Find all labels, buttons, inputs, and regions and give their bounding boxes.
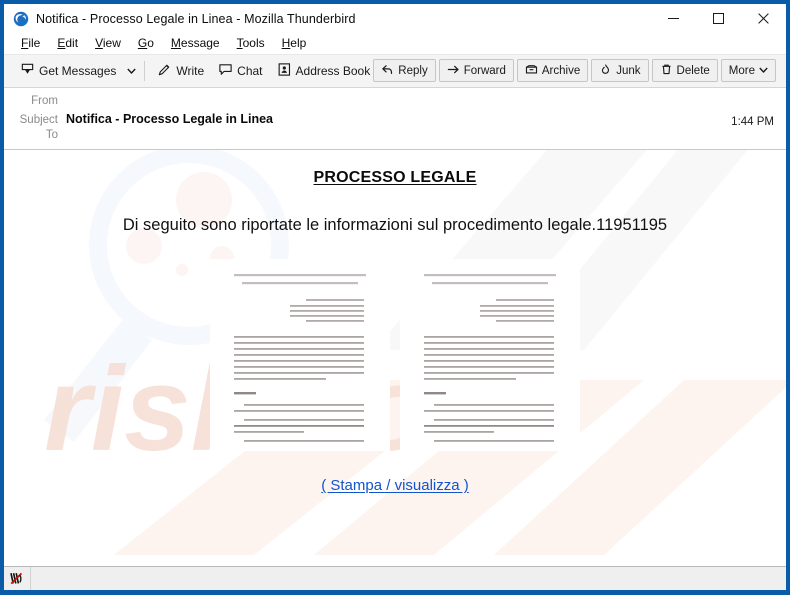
junk-button[interactable]: Junk [591, 59, 649, 82]
titlebar: Notifica - Processo Legale in Linea - Mo… [4, 4, 786, 33]
subject-value: Notifica - Processo Legale in Linea [66, 112, 274, 126]
menu-edit[interactable]: Edit [49, 35, 87, 52]
address-book-button[interactable]: Address Book [270, 58, 378, 84]
thunderbird-window: Notifica - Processo Legale in Linea - Mo… [0, 0, 790, 595]
maximize-button[interactable] [696, 4, 741, 33]
link-row: ( Stampa / visualizza ) [4, 477, 786, 495]
reply-button[interactable]: Reply [373, 59, 436, 82]
pencil-icon [157, 62, 172, 80]
get-messages-button[interactable]: Get Messages [13, 58, 123, 84]
message-timestamp: 1:44 PM [731, 116, 774, 128]
body-paragraph: Di seguito sono riportate le informazion… [122, 216, 668, 234]
chat-label: Chat [237, 64, 263, 78]
forward-arrow-icon [447, 63, 460, 79]
window-controls [651, 4, 786, 33]
from-label: From [31, 95, 58, 107]
document-previews [4, 259, 786, 451]
menu-file[interactable]: File [13, 35, 49, 52]
write-label: Write [176, 64, 205, 78]
chevron-down-icon [759, 65, 768, 77]
document-preview-2[interactable] [400, 259, 580, 451]
address-book-icon [277, 62, 292, 80]
menu-view[interactable]: View [87, 35, 130, 52]
junk-flame-icon [599, 63, 612, 79]
download-mail-icon [20, 62, 35, 80]
archive-label: Archive [541, 64, 581, 77]
to-label: To [45, 129, 58, 141]
chat-button[interactable]: Chat [211, 58, 269, 84]
forward-label: Forward [463, 64, 506, 77]
address-book-label: Address Book [295, 64, 371, 78]
trash-icon [660, 63, 673, 79]
get-messages-label: Get Messages [39, 64, 117, 78]
header-row-to: To [4, 128, 786, 145]
message-body: risk.com PROCESSO LEGALE Di seguito sono… [4, 150, 786, 566]
window-title: Notifica - Processo Legale in Linea - Mo… [36, 11, 356, 26]
print-view-link[interactable]: ( Stampa / visualizza ) [321, 477, 469, 494]
menu-message[interactable]: Message [163, 35, 229, 52]
more-button[interactable]: More [720, 59, 776, 82]
header-row-from: From [4, 94, 786, 111]
get-messages-dropdown[interactable] [123, 58, 139, 84]
more-label: More [728, 64, 755, 77]
toolbar-separator [144, 61, 146, 81]
message-action-buttons: Reply Forward Archive Junk Delete More [373, 59, 776, 82]
chat-bubble-icon [218, 62, 233, 80]
menubar: File Edit View Go Message Tools Help [4, 33, 786, 55]
delete-label: Delete [676, 64, 710, 77]
forward-button[interactable]: Forward [438, 59, 514, 82]
header-row-subject: Subject Notifica - Processo Legale in Li… [4, 111, 786, 128]
junk-label: Junk [616, 64, 641, 77]
email-content: PROCESSO LEGALE Di seguito sono riportat… [4, 150, 786, 495]
archive-button[interactable]: Archive [516, 59, 589, 82]
window-inner: Notifica - Processo Legale in Linea - Mo… [4, 4, 786, 590]
subject-label: Subject [19, 114, 58, 126]
delete-button[interactable]: Delete [651, 59, 718, 82]
statusbar [4, 566, 786, 590]
archive-box-icon [525, 63, 538, 79]
antivirus-shield-icon[interactable] [4, 567, 31, 590]
menu-go[interactable]: Go [130, 35, 163, 52]
menu-file-label: ile [28, 36, 41, 50]
menu-tools[interactable]: Tools [229, 35, 274, 52]
thunderbird-icon [13, 11, 29, 27]
close-button[interactable] [741, 4, 786, 33]
write-button[interactable]: Write [150, 58, 211, 84]
page-title: PROCESSO LEGALE [313, 169, 477, 186]
reply-label: Reply [398, 64, 428, 77]
minimize-button[interactable] [651, 4, 696, 33]
document-preview-1[interactable] [210, 259, 390, 451]
reply-arrow-icon [381, 63, 394, 79]
menu-help[interactable]: Help [274, 35, 316, 52]
message-header: Reply Forward Archive Junk Delete More F… [4, 59, 786, 150]
